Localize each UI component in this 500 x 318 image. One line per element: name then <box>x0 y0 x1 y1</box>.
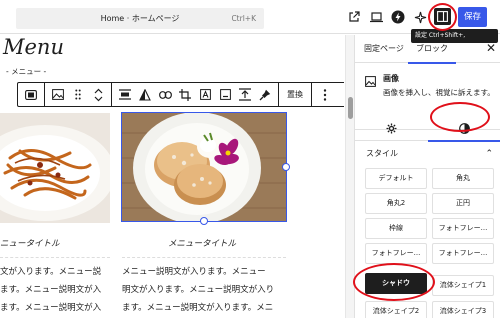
style-photo-frame-2[interactable]: フォトフレー... <box>365 243 427 264</box>
highlight-pin-icon[interactable] <box>255 85 275 105</box>
divider-main <box>122 257 286 258</box>
block-title: 画像 <box>383 74 399 83</box>
image-block-icon[interactable] <box>48 85 68 105</box>
style-border[interactable]: 枠線 <box>365 218 427 239</box>
description-main[interactable]: メニュー説明文が入ります。メニュー 明文が入ります。メニュー説明文が入り ます。… <box>122 263 274 317</box>
device-preview-icon[interactable] <box>368 9 384 25</box>
style-photo-frame-1[interactable]: フォトフレー... <box>432 218 494 239</box>
settings-tooltip: 設定 Ctrl+Shift+, <box>411 29 498 43</box>
image-block-icon <box>365 72 376 91</box>
pancake-image[interactable] <box>121 112 287 222</box>
pasta-image[interactable] <box>0 113 110 223</box>
block-inspector-tabs <box>355 115 500 142</box>
caption-main[interactable]: メニュータイトル <box>168 237 236 249</box>
chevron-up-icon[interactable]: ⌃ <box>485 141 493 167</box>
scrollbar-thumb[interactable] <box>348 97 353 119</box>
more-options-icon[interactable] <box>315 85 335 105</box>
sparkle-icon[interactable] <box>412 9 428 25</box>
align-icon[interactable] <box>115 85 135 105</box>
resize-handle-right[interactable] <box>282 163 290 171</box>
styles-tab[interactable] <box>428 115 500 142</box>
style-rounded-2[interactable]: 角丸2 <box>365 193 427 214</box>
current-page-title: Home · ホームページ <box>100 14 180 23</box>
move-up-down-icon[interactable] <box>88 85 108 105</box>
block-description: 画像を挿入し、視覚に訴えます。 <box>383 88 495 97</box>
duotone-filter-icon[interactable] <box>135 85 155 105</box>
upload-icon[interactable] <box>235 85 255 105</box>
parent-block-icon[interactable] <box>21 85 41 105</box>
styles-panel-header[interactable]: スタイル ⌃ <box>355 141 500 167</box>
style-rounded[interactable]: 角丸 <box>432 168 494 189</box>
editor-canvas: Menu - メニュー - 置換 ニュータイトル メニュータイトル 文が入ります… <box>0 35 344 318</box>
style-shadow[interactable]: シャドウ <box>365 273 427 294</box>
style-fluid-shape-2[interactable]: 流体シェイプ2 <box>365 301 427 318</box>
settings-sidebar: 固定ページ ブロック ✕ 画像 画像を挿入し、視覚に訴えます。 スタイル ⌃ デ… <box>353 35 500 318</box>
text-overlay-icon[interactable] <box>195 85 215 105</box>
settings-sidebar-toggle-icon[interactable] <box>434 8 451 25</box>
external-link-icon[interactable] <box>346 9 362 25</box>
command-palette-bar[interactable]: Home · ホームページ Ctrl+K <box>16 8 264 29</box>
divider-left <box>0 257 110 258</box>
style-fluid-shape-3[interactable]: 流体シェイプ3 <box>432 301 494 318</box>
tab-page[interactable]: 固定ページ <box>364 35 404 63</box>
caption-left[interactable]: ニュータイトル <box>0 237 60 249</box>
caption-icon[interactable] <box>215 85 235 105</box>
resize-handle-bottom[interactable] <box>200 217 208 225</box>
style-photo-frame-3[interactable]: フォトフレー... <box>432 243 494 264</box>
save-button[interactable]: 保存 <box>458 7 487 27</box>
description-left[interactable]: 文が入ります。メニュー説 ます。メニュー説明文が入 ます。メニュー説明文が入 <box>0 263 101 317</box>
style-default[interactable]: デフォルト <box>365 168 427 189</box>
style-fluid-shape-1[interactable]: 流体シェイプ1 <box>432 275 494 296</box>
close-icon[interactable]: ✕ <box>486 41 496 55</box>
drag-handle-icon[interactable] <box>68 85 88 105</box>
style-circle[interactable]: 正円 <box>432 193 494 214</box>
jetpack-icon[interactable] <box>390 9 406 25</box>
styles-section-label: スタイル <box>366 149 398 158</box>
link-icon[interactable] <box>155 85 175 105</box>
menu-subheading[interactable]: - メニュー - <box>6 66 46 77</box>
settings-tab[interactable] <box>355 115 428 141</box>
menu-heading[interactable]: Menu <box>3 35 64 59</box>
crop-icon[interactable] <box>175 85 195 105</box>
canvas-scrollbar[interactable] <box>345 35 354 318</box>
command-shortcut: Ctrl+K <box>231 14 256 23</box>
block-toolbar: 置換 <box>17 82 344 107</box>
replace-button[interactable]: 置換 <box>282 85 308 105</box>
